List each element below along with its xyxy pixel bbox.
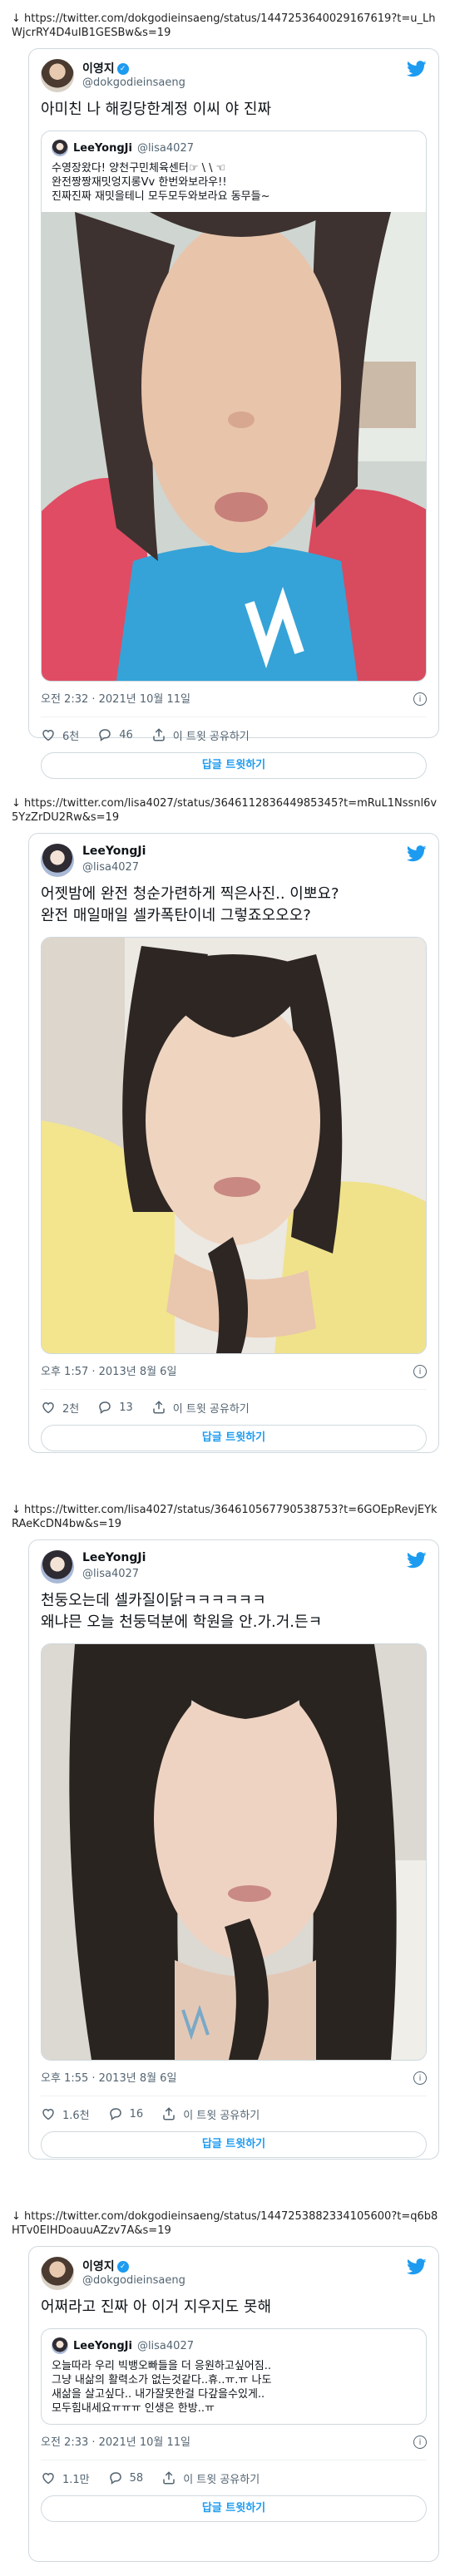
like-button[interactable]: 1.1만 — [41, 2470, 90, 2486]
share-button[interactable]: 이 트윗 공유하기 — [161, 2470, 260, 2486]
timestamp[interactable]: 오전 2:33 · 2021년 10월 11일 — [41, 2436, 190, 2449]
like-button[interactable]: 1.6천 — [41, 2106, 90, 2122]
reply-count-button[interactable]: 46 — [97, 727, 133, 742]
avatar[interactable] — [41, 1550, 74, 1584]
tweet-card-2: LeeYongJi @lisa4027 어젯밤에 완전 청순가련하게 찍은사진.… — [28, 833, 439, 1453]
author-name[interactable]: 이영지 ✓ — [82, 2258, 129, 2274]
timestamp[interactable]: 오후 1:57 · 2013년 8월 6일 — [41, 1366, 176, 1378]
quoted-tweet[interactable]: LeeYongJi @lisa4027 수영장왔다! 양천구민체육센터☞ \ \… — [41, 131, 427, 682]
like-count: 6천 — [62, 730, 80, 743]
avatar[interactable] — [41, 844, 74, 877]
tweet-card-3: LeeYongJi @lisa4027 천둥오는데 셀카질이닭ㅋㅋㅋㅋㅋㅋ 왜냐… — [28, 1539, 439, 2160]
twitter-bird-icon[interactable] — [407, 845, 427, 862]
reply-count: 46 — [119, 728, 133, 741]
author-name[interactable]: 이영지 ✓ — [82, 60, 129, 76]
share-icon — [161, 2106, 176, 2121]
share-button[interactable]: 이 트윗 공유하기 — [151, 727, 250, 743]
twitter-bird-icon[interactable] — [407, 1552, 427, 1569]
tweet-url-1[interactable]: ↓ https://twitter.com/dokgodieinsaeng/st… — [12, 12, 440, 40]
twitter-bird-icon[interactable] — [407, 2258, 427, 2275]
reply-count-button[interactable]: 13 — [97, 1400, 133, 1415]
reply-tweet-button[interactable]: 답글 트윗하기 — [41, 2495, 427, 2522]
info-icon[interactable]: i — [413, 1365, 427, 1378]
author-name[interactable]: LeeYongJi — [82, 1551, 146, 1564]
tweet-photo[interactable] — [41, 937, 427, 1354]
share-label: 이 트윗 공유하기 — [183, 2109, 260, 2122]
reply-tweet-button[interactable]: 답글 트윗하기 — [41, 752, 427, 779]
tweet-photo[interactable] — [41, 1643, 427, 2061]
reply-count-button[interactable]: 16 — [108, 2106, 144, 2121]
info-icon[interactable]: i — [413, 692, 427, 706]
share-label: 이 트윗 공유하기 — [172, 1402, 250, 1416]
heart-icon — [41, 2106, 56, 2121]
tweet-url-2[interactable]: ↓ https://twitter.com/lisa4027/status/36… — [12, 796, 440, 825]
reply-count: 13 — [119, 1401, 133, 1414]
like-count: 2천 — [62, 1402, 80, 1416]
heart-icon — [41, 1400, 56, 1415]
tweet-text: 어젯밤에 완전 청순가련하게 찍은사진.. 이뽀요? 완전 매일매일 셀카폭탄이… — [41, 885, 339, 924]
quoted-tweet-text: 수영장왔다! 양천구민체육센터☞ \ \ ☜ 완전짱짱재밋엉지롱Vv 한번와보라… — [52, 162, 270, 203]
reply-count-button[interactable]: 58 — [108, 2470, 144, 2485]
reply-tweet-button[interactable]: 답글 트윗하기 — [41, 2131, 427, 2158]
twitter-bird-icon[interactable] — [407, 61, 427, 77]
share-icon — [151, 727, 166, 742]
verified-badge-icon: ✓ — [116, 2261, 129, 2273]
timestamp[interactable]: 오후 1:55 · 2013년 8월 6일 — [41, 2072, 176, 2085]
share-label: 이 트윗 공유하기 — [183, 2473, 260, 2486]
author-name[interactable]: LeeYongJi — [82, 845, 146, 858]
share-button[interactable]: 이 트윗 공유하기 — [151, 1400, 250, 1416]
reply-icon — [97, 727, 112, 742]
author-handle[interactable]: @dokgodieinsaeng — [82, 2274, 185, 2287]
quoted-tweet[interactable]: LeeYongJi @lisa4027 오늘따라 우리 빅뱅오빠들을 더 응원하… — [41, 2328, 427, 2425]
like-count: 1.6천 — [62, 2109, 90, 2122]
tweet-text: 어쩌라고 진짜 아 이거 지우지도 못해 — [41, 2298, 272, 2316]
avatar[interactable] — [41, 59, 74, 92]
tweet-photo[interactable] — [42, 212, 426, 681]
quoted-tweet-text: 오늘따라 우리 빅뱅오빠들을 더 응원하고싶어짐.. 그냥 내삶의 활력소가 없… — [52, 2360, 272, 2415]
share-button[interactable]: 이 트윗 공유하기 — [161, 2106, 260, 2122]
info-icon[interactable]: i — [413, 2071, 427, 2085]
divider — [41, 1389, 427, 1390]
author-handle[interactable]: @dokgodieinsaeng — [82, 76, 185, 89]
verified-badge-icon: ✓ — [116, 63, 129, 75]
avatar — [52, 2337, 68, 2354]
reply-tweet-button[interactable]: 답글 트윗하기 — [41, 1425, 427, 1451]
reply-count: 16 — [129, 2107, 144, 2120]
reply-icon — [108, 2106, 123, 2121]
author-handle[interactable]: @lisa4027 — [82, 861, 139, 874]
tweet-card-4: 이영지 ✓ @dokgodieinsaeng 어쩌라고 진짜 아 이거 지우지도 … — [28, 2246, 439, 2562]
reply-count: 58 — [129, 2471, 144, 2485]
quoted-author-handle: @lisa4027 — [136, 141, 194, 155]
tweet-url-4[interactable]: ↓ https://twitter.com/dokgodieinsaeng/st… — [12, 2209, 440, 2238]
share-icon — [151, 1400, 166, 1415]
info-icon[interactable]: i — [413, 2436, 427, 2449]
share-label: 이 트윗 공유하기 — [172, 730, 250, 743]
timestamp[interactable]: 오전 2:32 · 2021년 10월 11일 — [41, 693, 190, 706]
like-button[interactable]: 2천 — [41, 1400, 79, 1416]
tweet-text: 천둥오는데 셀카질이닭ㅋㅋㅋㅋㅋㅋ 왜냐믄 오늘 천둥덕분에 학원을 안.가.거… — [41, 1592, 323, 1631]
heart-icon — [41, 2470, 56, 2485]
tweet-url-3[interactable]: ↓ https://twitter.com/lisa4027/status/36… — [12, 1503, 440, 1531]
reply-icon — [108, 2470, 123, 2485]
quoted-author-handle: @lisa4027 — [136, 2339, 194, 2352]
tweet-text: 아미친 나 해킹당한계정 이씨 야 진짜 — [41, 101, 272, 118]
avatar[interactable] — [41, 2257, 74, 2290]
tweet-card-1: 이영지 ✓ @dokgodieinsaeng 아미친 나 해킹당한계정 이씨 야 … — [28, 48, 439, 779]
like-count: 1.1만 — [62, 2473, 90, 2486]
quoted-author-name: LeeYongJi — [73, 2339, 132, 2352]
quoted-author-name: LeeYongJi — [73, 141, 132, 155]
heart-icon — [41, 727, 56, 742]
like-button[interactable]: 6천 — [41, 727, 79, 743]
reply-icon — [97, 1400, 112, 1415]
author-handle[interactable]: @lisa4027 — [82, 1568, 139, 1580]
avatar — [52, 140, 68, 156]
share-icon — [161, 2470, 176, 2485]
